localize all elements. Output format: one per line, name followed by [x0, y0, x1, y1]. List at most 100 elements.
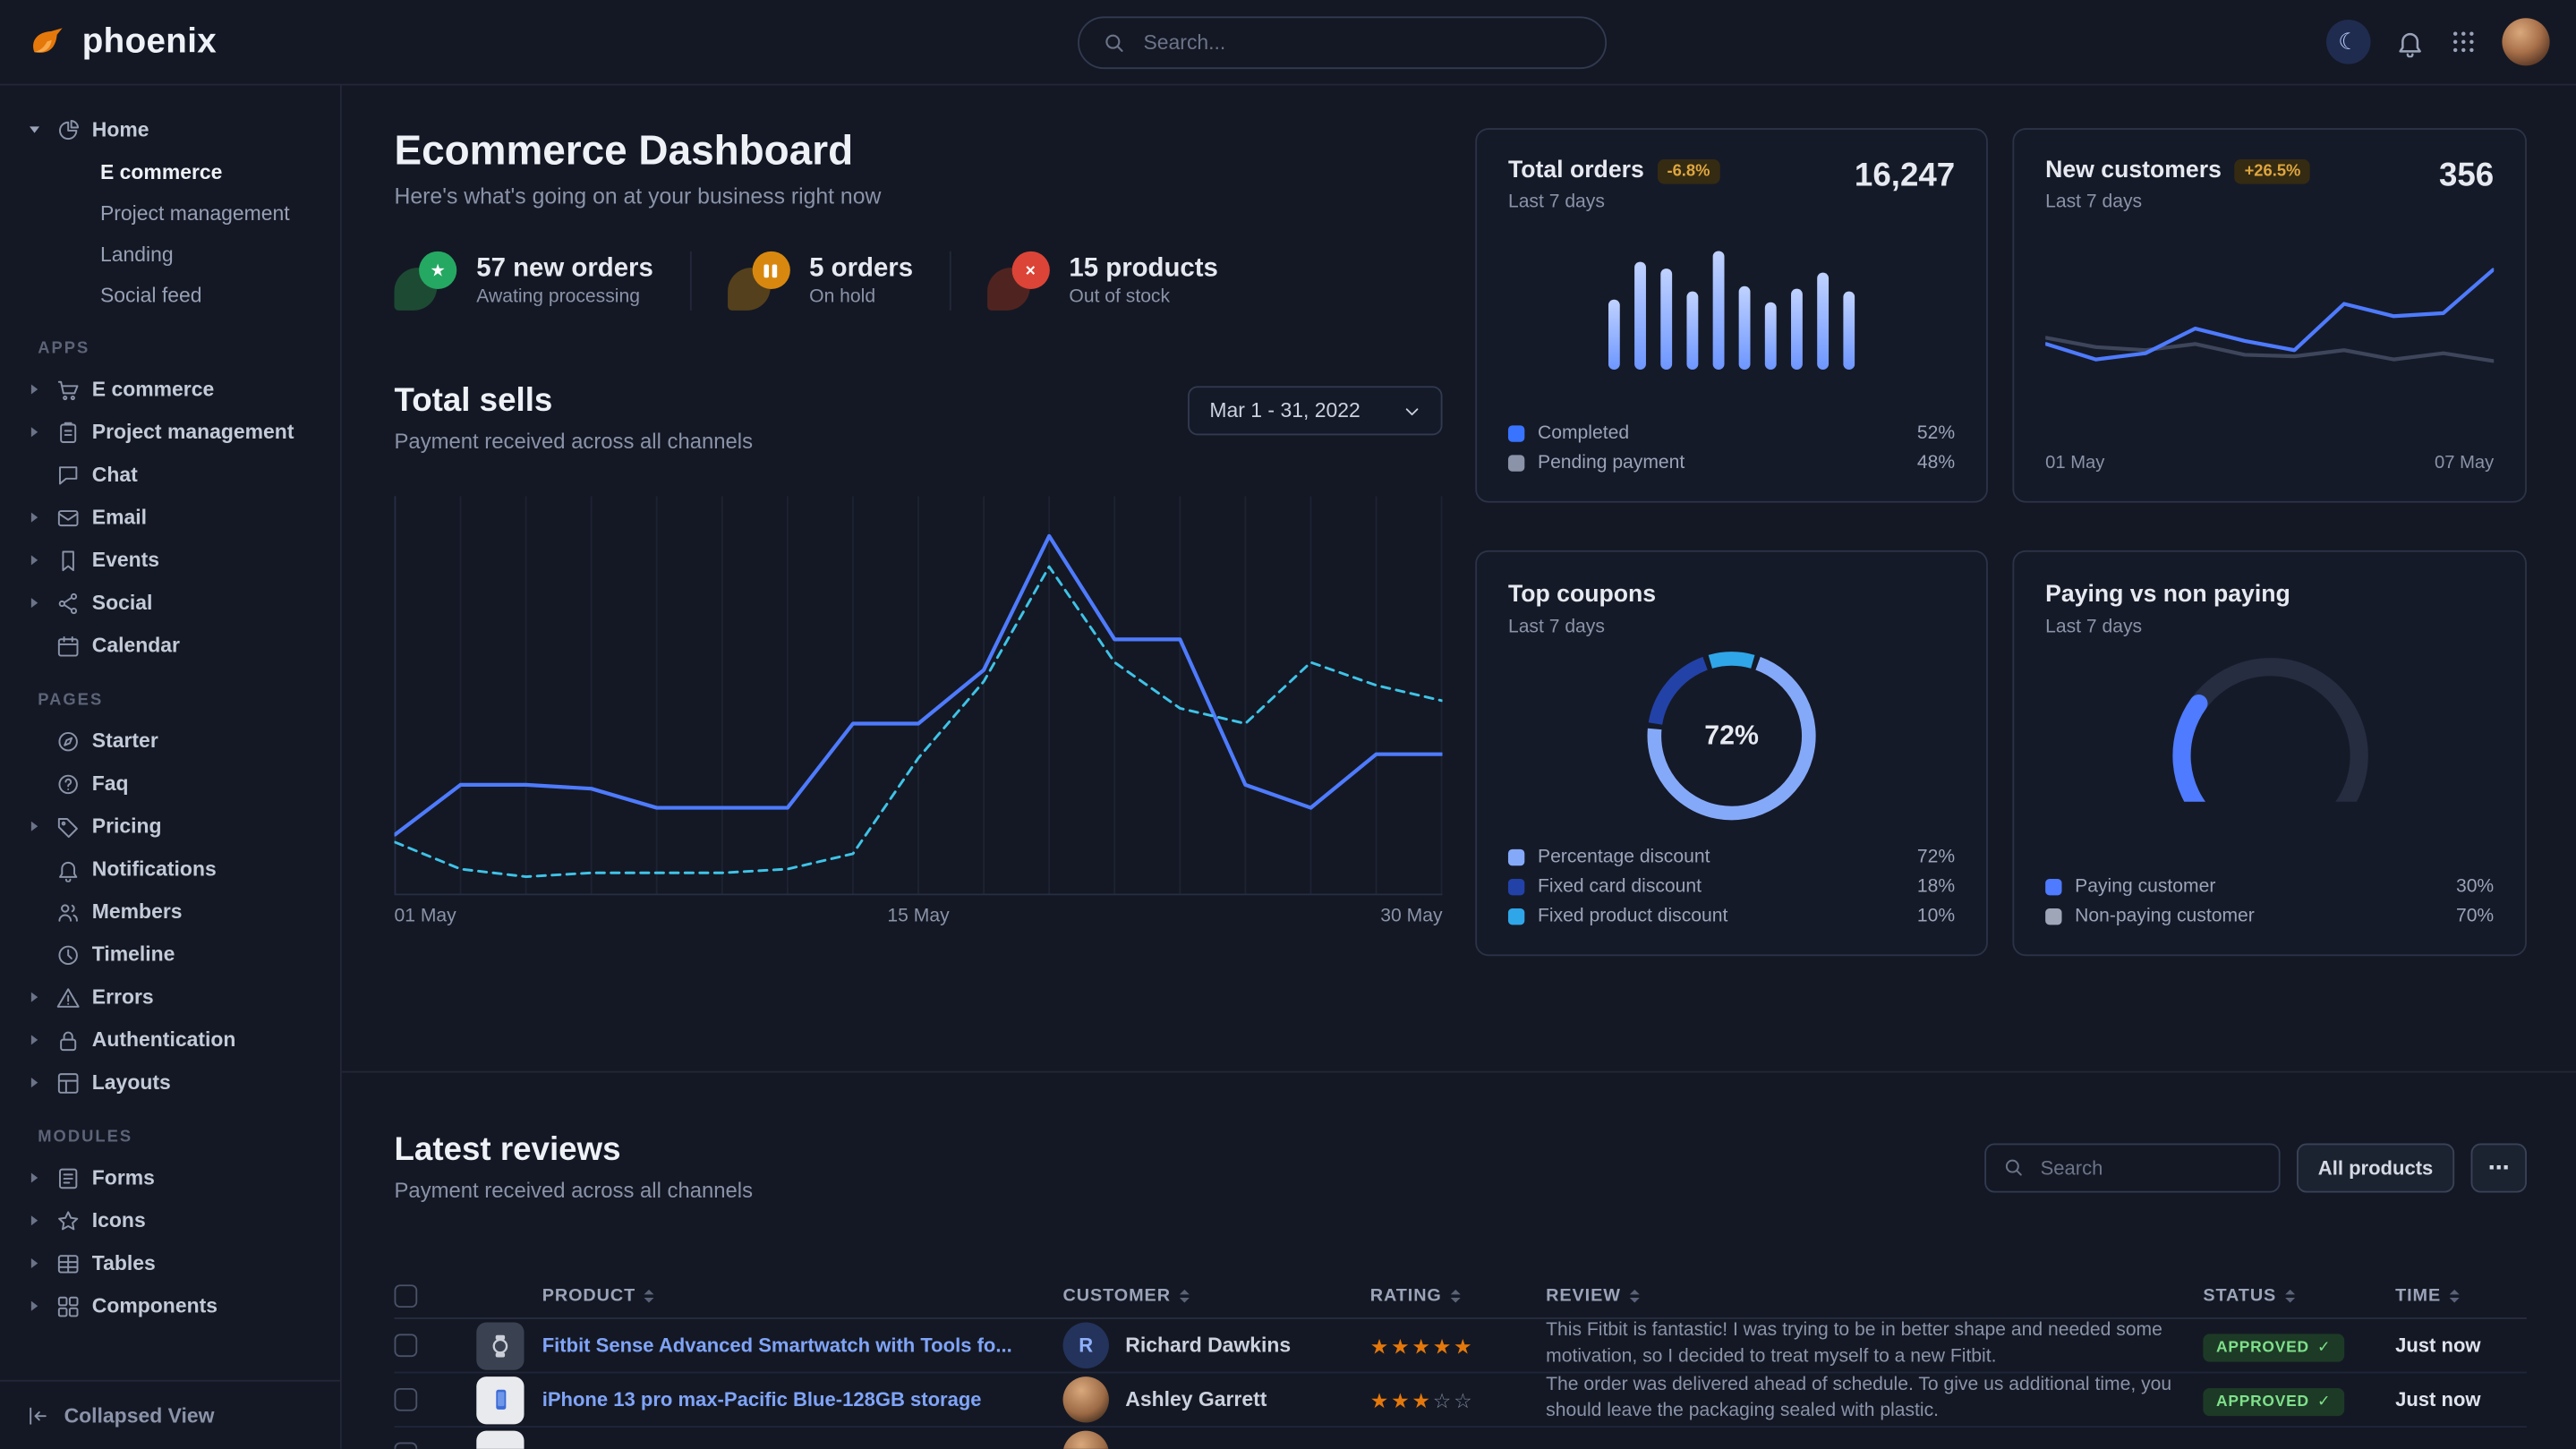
- sidebar-item-layouts[interactable]: Layouts: [23, 1061, 328, 1104]
- sidebar-item-social-feed[interactable]: Social feed: [23, 275, 328, 316]
- kpi-cards: Total orders -6.8% Last 7 days 16,247: [1475, 128, 2527, 956]
- latest-reviews-section: Latest reviews Payment received across a…: [342, 1073, 2576, 1449]
- reviews-search-input[interactable]: [2037, 1154, 2262, 1180]
- sidebar-item-home[interactable]: Home: [23, 108, 328, 151]
- cross-badge-icon: ×: [987, 251, 1050, 311]
- sidebar-item-ecommerce-app[interactable]: E commerce: [23, 368, 328, 411]
- table-header-row: PRODUCT CUSTOMER RATING REVIEW: [395, 1274, 2527, 1319]
- chevron-right-icon: [23, 822, 45, 831]
- search-icon: [2002, 1156, 2024, 1178]
- column-header-status[interactable]: STATUS: [2203, 1286, 2376, 1306]
- user-avatar[interactable]: [2502, 18, 2549, 65]
- theme-toggle-button[interactable]: ☾: [2326, 20, 2371, 64]
- layout-icon: [55, 1070, 81, 1095]
- apps-menu-button[interactable]: [2450, 28, 2478, 55]
- sidebar-item-pricing[interactable]: Pricing: [23, 805, 328, 848]
- change-badge: +26.5%: [2235, 158, 2311, 183]
- app: phoenix ☾: [0, 0, 2576, 1449]
- legend-item: Pending payment 48%: [1508, 454, 1955, 473]
- sidebar-item-project-management-dashboard[interactable]: Project management: [23, 192, 328, 234]
- sidebar-item-social[interactable]: Social: [23, 582, 328, 625]
- question-circle-icon: [55, 771, 81, 797]
- legend-swatch: [1508, 849, 1524, 865]
- latest-reviews-subtitle: Payment received across all channels: [395, 1178, 754, 1203]
- search-input[interactable]: [1140, 30, 1582, 55]
- row-checkbox[interactable]: [395, 1388, 418, 1411]
- review-text: This Fitbit is fantastic! I was trying t…: [1546, 1320, 2183, 1371]
- sidebar-item-ecommerce-dashboard[interactable]: E commerce: [23, 151, 328, 192]
- column-header-rating[interactable]: RATING: [1370, 1286, 1526, 1306]
- table-row: [395, 1428, 2527, 1449]
- rating-stars: ★★★★★: [1370, 1333, 1526, 1358]
- sort-icon: [644, 1290, 653, 1303]
- check-icon: ✓: [2317, 1338, 2331, 1356]
- all-products-button[interactable]: All products: [2297, 1143, 2454, 1192]
- bell-icon: [55, 857, 81, 882]
- brand[interactable]: phoenix: [26, 21, 217, 64]
- stat-orders-on-hold: 5 orders On hold: [689, 251, 949, 311]
- legend-item: Fixed product discount 10%: [1508, 907, 1955, 926]
- latest-reviews-title: Latest reviews: [395, 1132, 754, 1170]
- rating-stars: ★★★☆☆: [1370, 1387, 1526, 1412]
- column-header-time[interactable]: TIME: [2395, 1286, 2527, 1306]
- sidebar-item-starter[interactable]: Starter: [23, 720, 328, 763]
- sidebar-item-notifications[interactable]: Notifications: [23, 848, 328, 891]
- legend-swatch: [2045, 908, 2061, 925]
- sort-icon: [1450, 1290, 1460, 1303]
- row-checkbox[interactable]: [395, 1334, 418, 1357]
- pause-badge-icon: [727, 251, 789, 311]
- sidebar-item-errors[interactable]: Errors: [23, 976, 328, 1019]
- pie-chart-icon: [55, 117, 81, 142]
- product-link[interactable]: iPhone 13 pro max-Pacific Blue-128GB sto…: [542, 1388, 982, 1411]
- notifications-button[interactable]: [2395, 27, 2425, 56]
- total-sells-x-axis: 01 May 15 May 30 May: [395, 907, 1443, 926]
- star-icon: [55, 1208, 81, 1233]
- column-header-customer[interactable]: CUSTOMER: [1063, 1286, 1351, 1306]
- status-badge: APPROVED✓: [2203, 1333, 2344, 1360]
- new-customers-card: New customers +26.5% Last 7 days 356 01 …: [2012, 128, 2526, 502]
- bookmark-icon: [55, 548, 81, 573]
- sidebar-item-timeline[interactable]: Timeline: [23, 933, 328, 976]
- chevron-right-icon: [23, 598, 45, 608]
- sidebar-item-events[interactable]: Events: [23, 539, 328, 582]
- sidebar-item-email[interactable]: Email: [23, 496, 328, 539]
- chevron-right-icon: [23, 513, 45, 523]
- legend-item: Non-paying customer 70%: [2045, 907, 2494, 926]
- product-link[interactable]: Fitbit Sense Advanced Smartwatch with To…: [542, 1334, 1012, 1357]
- sidebar-item-landing[interactable]: Landing: [23, 234, 328, 275]
- customer-avatar: [1063, 1431, 1109, 1449]
- components-icon: [55, 1293, 81, 1318]
- change-badge: -6.8%: [1657, 158, 1719, 183]
- sidebar-item-calendar[interactable]: Calendar: [23, 624, 328, 667]
- collapse-sidebar-button[interactable]: Collapsed View: [0, 1380, 340, 1449]
- column-header-product[interactable]: PRODUCT: [476, 1286, 1043, 1306]
- customer-avatar: R: [1063, 1323, 1109, 1368]
- sidebar-item-forms[interactable]: Forms: [23, 1156, 328, 1199]
- legend-swatch: [1508, 879, 1524, 895]
- legend-swatch: [1508, 908, 1524, 925]
- sidebar-item-members[interactable]: Members: [23, 891, 328, 933]
- navbar-actions: ☾: [2326, 18, 2550, 65]
- sidebar-item-components[interactable]: Components: [23, 1284, 328, 1327]
- legend-swatch: [1508, 455, 1524, 471]
- select-all-checkbox[interactable]: [395, 1284, 418, 1308]
- grid-icon: [2450, 28, 2478, 55]
- column-header-review[interactable]: REVIEW: [1546, 1286, 2183, 1306]
- review-time: Just now: [2395, 1334, 2527, 1357]
- sidebar-item-chat[interactable]: Chat: [23, 454, 328, 497]
- sort-icon: [2449, 1290, 2459, 1303]
- sidebar-item-tables[interactable]: Tables: [23, 1242, 328, 1285]
- sidebar-item-authentication[interactable]: Authentication: [23, 1019, 328, 1061]
- reviews-search: [1984, 1143, 2280, 1192]
- row-checkbox[interactable]: [395, 1443, 418, 1449]
- sidebar-item-project-management-app[interactable]: Project management: [23, 411, 328, 454]
- sort-icon: [2284, 1290, 2294, 1303]
- sidebar-item-icons[interactable]: Icons: [23, 1199, 328, 1242]
- more-options-button[interactable]: ⋯: [2471, 1143, 2527, 1192]
- top-coupons-card: Top coupons Last 7 days 72% Percentage d…: [1475, 550, 1988, 956]
- total-orders-bar-chart: [1608, 232, 1855, 370]
- sidebar-item-faq[interactable]: Faq: [23, 763, 328, 805]
- review-text: The order was delivered ahead of schedul…: [1546, 1374, 2183, 1425]
- date-range-select[interactable]: Mar 1 - 31, 2022: [1189, 386, 1443, 435]
- dashboard-top: Ecommerce Dashboard Here's what's going …: [342, 85, 2576, 956]
